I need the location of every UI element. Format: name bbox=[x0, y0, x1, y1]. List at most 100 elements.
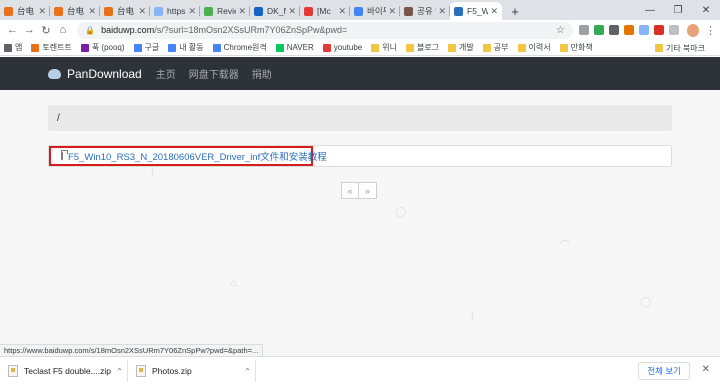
extension-icon[interactable] bbox=[623, 25, 634, 35]
tab-close-icon[interactable]: ✕ bbox=[238, 6, 246, 17]
breadcrumb-path[interactable]: / bbox=[57, 113, 60, 124]
bookmark-item[interactable]: NAVER bbox=[275, 43, 314, 52]
zip-file-icon bbox=[8, 365, 18, 377]
folder-icon bbox=[559, 43, 568, 52]
bookmarks-bar: 앱 토렌트트 푹 (pooq) 구글 내 활동 Chrome원격 NAVER youtube 위… bbox=[0, 40, 720, 56]
bookmark-item[interactable]: 이력서 bbox=[517, 42, 551, 53]
browser-tab[interactable]: Review✕ bbox=[200, 2, 250, 20]
browser-tab[interactable]: DK_NA✕ bbox=[250, 2, 300, 20]
bookmark-item[interactable]: 개발 bbox=[448, 42, 474, 53]
tab-close-icon[interactable]: ✕ bbox=[88, 6, 96, 17]
bookmark-item[interactable]: 만화책 bbox=[559, 42, 593, 53]
browser-toolbar: ← → ↻ ⌂ 🔒 baiduwp.com /s/?surl=18mOsn2XS… bbox=[0, 20, 720, 40]
extension-icon[interactable] bbox=[638, 25, 649, 35]
menu-icon[interactable]: ⋮ bbox=[705, 24, 716, 37]
status-url: https://www.baiduwp.com/s/18mOsn2XSsURm7… bbox=[0, 344, 264, 356]
extension-icon[interactable] bbox=[653, 25, 664, 35]
window-controls: — ❐ ✕ bbox=[636, 0, 720, 20]
browser-tab[interactable]: 台电 ✕ bbox=[100, 2, 150, 20]
tab-close-icon[interactable]: ✕ bbox=[438, 6, 446, 17]
tab-close-icon[interactable]: ✕ bbox=[38, 6, 46, 17]
tab-close-icon[interactable]: ✕ bbox=[490, 6, 498, 17]
file-list-item[interactable]: F5_Win10_RS3_N_20180606VER_Driver_inf文件和… bbox=[49, 146, 327, 166]
tab-close-icon[interactable]: ✕ bbox=[338, 6, 346, 17]
bookmark-item[interactable]: 내 활동 bbox=[168, 42, 204, 53]
bookmark-item[interactable]: 푹 (pooq) bbox=[80, 42, 125, 53]
tab-title: [Mc bbox=[317, 6, 331, 16]
show-all-button[interactable]: 전체 보기 bbox=[638, 362, 690, 380]
bookmark-item[interactable]: youtube bbox=[322, 43, 362, 52]
download-icon[interactable] bbox=[578, 25, 589, 35]
chevron-up-icon[interactable]: ⌃ bbox=[116, 367, 123, 376]
bookmark-other[interactable]: 기타 북마크 bbox=[654, 43, 705, 54]
browser-tab[interactable]: https://✕ bbox=[150, 2, 200, 20]
folder-icon bbox=[654, 44, 663, 52]
tab-close-icon[interactable]: ✕ bbox=[388, 6, 396, 17]
bookmark-label: 앱 bbox=[15, 43, 23, 52]
bookmark-label: 내 활동 bbox=[179, 43, 204, 52]
tab-favicon-icon bbox=[154, 6, 163, 16]
lock-icon[interactable]: 🔒 bbox=[85, 26, 95, 35]
bookmark-item[interactable]: 블로그 bbox=[405, 42, 439, 53]
bookmark-label: Chrome원격 bbox=[223, 43, 267, 52]
bookmark-item[interactable]: 위니 bbox=[371, 42, 397, 53]
bookmark-item[interactable]: 구글 bbox=[133, 42, 159, 53]
extension-icon[interactable] bbox=[668, 25, 679, 35]
bookmark-item[interactable]: 토렌트트 bbox=[31, 42, 72, 53]
zip-file-icon bbox=[136, 365, 146, 377]
tab-title: Review bbox=[217, 6, 237, 16]
extension-evernote-icon[interactable] bbox=[593, 25, 604, 35]
site-navbar: PanDownload 主页 网盘下载器 捐助 bbox=[0, 57, 720, 90]
browser-tab[interactable]: 台电 ✕ bbox=[0, 2, 50, 20]
tab-close-icon[interactable]: ✕ bbox=[138, 6, 146, 17]
nav-downloader[interactable]: 网盘下载器 bbox=[189, 66, 239, 81]
new-tab-button[interactable]: + bbox=[506, 2, 524, 20]
browser-tab[interactable]: 공유 및✕ bbox=[400, 2, 450, 20]
browser-tab[interactable]: 바이두✕ bbox=[350, 2, 400, 20]
page-content: ⌇ ◯ ⌒ △ ◌ ⌇ ◯ PanDownload 主页 网盘下载器 捐助 / … bbox=[0, 57, 720, 356]
bookmark-label: NAVER bbox=[286, 43, 314, 52]
close-window-icon[interactable]: ✕ bbox=[692, 0, 720, 20]
bookmark-item[interactable]: 공부 bbox=[482, 42, 509, 53]
maximize-icon[interactable]: ❐ bbox=[664, 0, 692, 20]
download-item[interactable]: Photos.zip ⌃ bbox=[136, 360, 256, 382]
browser-tab[interactable]: [Mc ✕ bbox=[300, 2, 350, 20]
minimize-icon[interactable]: — bbox=[636, 0, 664, 20]
breadcrumb: / bbox=[48, 105, 672, 131]
tab-favicon-icon bbox=[204, 6, 213, 16]
url-path: /s/?surl=18mOsn2XSsURm7Y06ZnSpPw&pwd= bbox=[154, 25, 348, 35]
browser-tab[interactable]: F5_Win✕ bbox=[450, 2, 502, 20]
address-bar[interactable]: 🔒 baiduwp.com /s/?surl=18mOsn2XSsURm7Y06… bbox=[77, 21, 573, 39]
pooq-icon bbox=[80, 43, 89, 52]
browser-tab[interactable]: 台电 ✕ bbox=[50, 2, 100, 20]
chevron-up-icon[interactable]: ⌃ bbox=[244, 367, 251, 376]
folder-icon bbox=[61, 150, 68, 160]
folder-icon bbox=[517, 43, 526, 52]
back-icon[interactable]: ← bbox=[4, 21, 21, 39]
download-item[interactable]: Teclast F5 double....zip ⌃ bbox=[8, 360, 128, 382]
background-pattern-icon: ⌇ bbox=[470, 312, 475, 323]
bookmark-star-icon[interactable]: ☆ bbox=[556, 25, 565, 36]
tab-title: F5_Win bbox=[467, 6, 489, 16]
download-shelf: Teclast F5 double....zip ⌃ Photos.zip ⌃ … bbox=[0, 356, 720, 385]
pager-prev-button[interactable]: « bbox=[341, 182, 359, 199]
tab-favicon-icon bbox=[404, 6, 413, 16]
background-pattern-icon: △ bbox=[230, 277, 238, 288]
nav-home[interactable]: 主页 bbox=[156, 66, 176, 81]
reload-icon[interactable]: ↻ bbox=[38, 21, 55, 39]
cloud-logo-icon bbox=[48, 68, 61, 79]
extension-icon[interactable] bbox=[608, 25, 619, 35]
home-icon[interactable]: ⌂ bbox=[54, 21, 71, 39]
bookmark-item[interactable]: Chrome원격 bbox=[212, 42, 267, 53]
nav-donate[interactable]: 捐助 bbox=[252, 66, 272, 81]
folder-link[interactable]: F5_Win10_RS3_N_20180606VER_Driver_inf文件和… bbox=[68, 149, 327, 163]
forward-icon[interactable]: → bbox=[21, 21, 38, 39]
profile-avatar[interactable] bbox=[686, 23, 699, 37]
close-icon[interactable]: ✕ bbox=[702, 364, 710, 375]
tab-close-icon[interactable]: ✕ bbox=[188, 6, 196, 17]
bookmark-item[interactable]: 앱 bbox=[4, 42, 22, 53]
pager-next-button[interactable]: » bbox=[359, 182, 377, 199]
background-pattern-icon: ◌ bbox=[95, 307, 101, 318]
site-brand[interactable]: PanDownload bbox=[48, 67, 142, 81]
tab-close-icon[interactable]: ✕ bbox=[288, 6, 296, 17]
